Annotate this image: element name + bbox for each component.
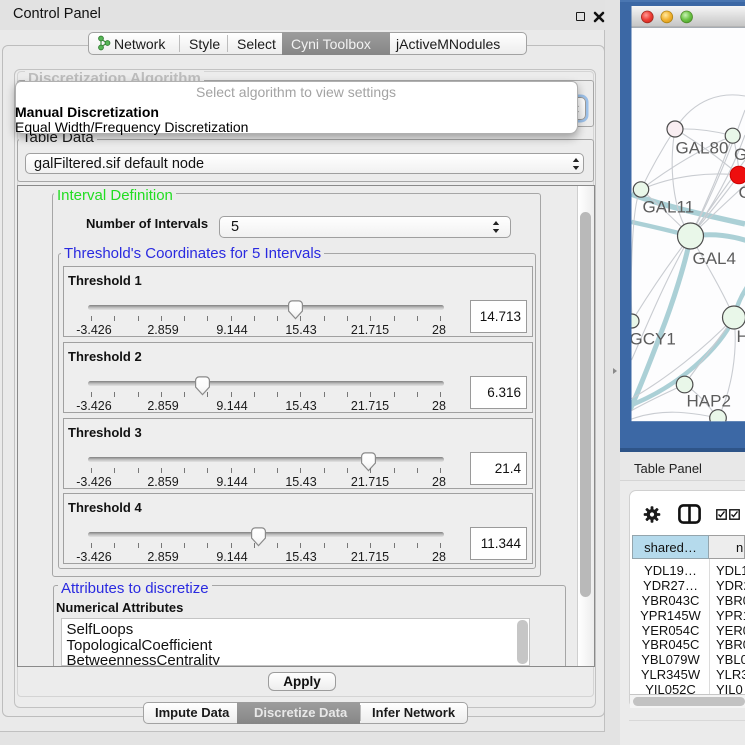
- svg-text:C: C: [739, 183, 745, 202]
- svg-text:HAP2: HAP2: [687, 392, 731, 411]
- svg-text:GA: GA: [734, 145, 745, 164]
- svg-text:GCY1: GCY1: [630, 330, 676, 349]
- svg-text:GAL4: GAL4: [693, 249, 736, 268]
- svg-text:H: H: [737, 327, 745, 346]
- svg-text:GAL11: GAL11: [643, 198, 695, 217]
- svg-text:GAL80: GAL80: [676, 139, 729, 158]
